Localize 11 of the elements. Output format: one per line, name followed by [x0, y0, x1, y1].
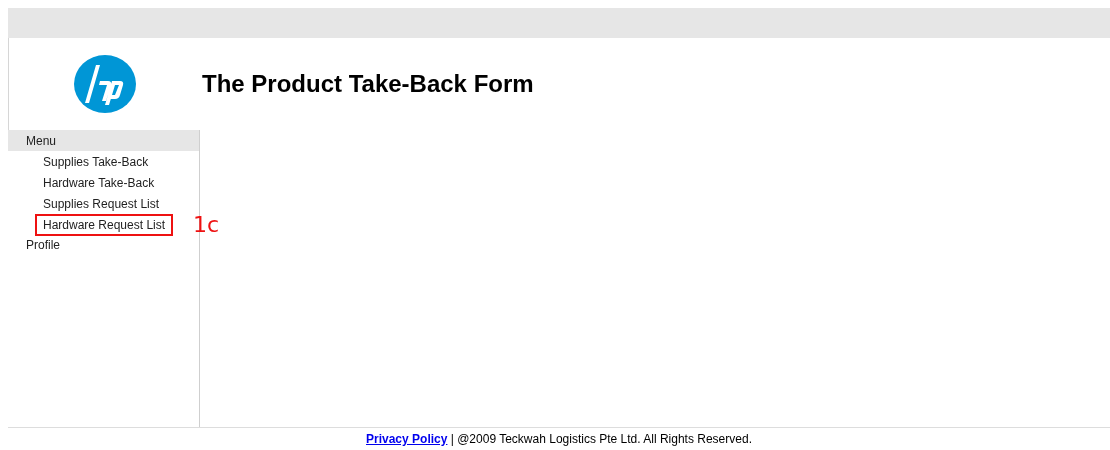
annotation-label: 1c [193, 212, 220, 237]
logo-icon [73, 55, 136, 113]
menu-item[interactable]: Supplies Take-Back [37, 152, 155, 171]
privacy-link[interactable]: Privacy Policy [366, 432, 448, 446]
menu-item[interactable]: Hardware Request List [35, 213, 174, 236]
page-title: The Product Take-Back Form [202, 70, 534, 98]
copyright-text: Privacy Policy | @2009 Teckwah Logistics Pte Ltd. All Rights Reserved. [366, 432, 752, 446]
menu-heading: Menu [8, 130, 199, 151]
menu-item[interactable]: Supplies Request List [37, 194, 166, 213]
menu-item[interactable]: Hardware Take-Back [37, 173, 161, 192]
menu-item[interactable]: Profile [26, 235, 60, 256]
